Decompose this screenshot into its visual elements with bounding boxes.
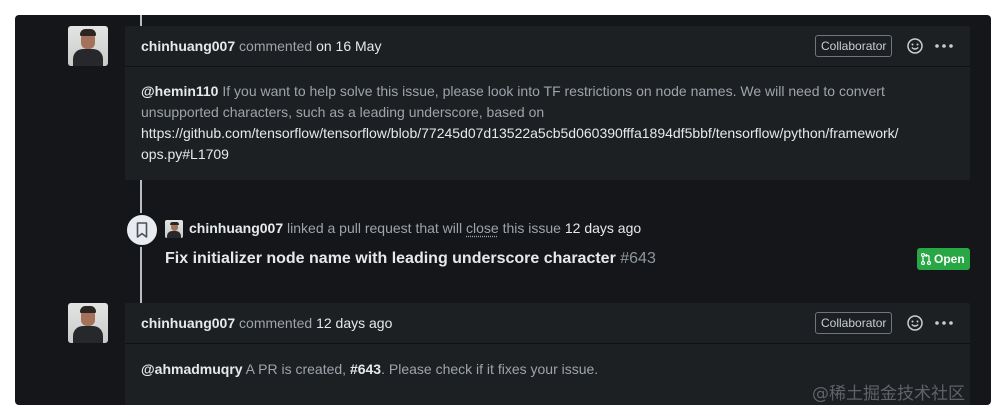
user-mention[interactable]: @ahmadmuqry: [141, 361, 243, 377]
event-text-after: this issue: [502, 220, 561, 236]
comment-body: @hemin110 If you want to help solve this…: [141, 81, 961, 165]
user-mention[interactable]: @hemin110: [141, 83, 218, 99]
comment-text: . Please check if it fixes your issue.: [381, 361, 599, 377]
pr-title[interactable]: Fix initializer node name with leading u…: [165, 250, 616, 267]
event-author[interactable]: chinhuang007: [189, 220, 283, 236]
comment-text: If you want to help solve this issue, pl…: [218, 83, 885, 99]
event-time[interactable]: 12 days ago: [565, 220, 641, 236]
git-pull-request-icon: [920, 252, 932, 266]
source-link-continued[interactable]: ops.py#L1709: [141, 144, 961, 165]
avatar[interactable]: [68, 26, 108, 66]
comment-author[interactable]: chinhuang007: [141, 38, 235, 54]
collaborator-badge: Collaborator: [815, 312, 893, 334]
collaborator-badge: Collaborator: [815, 35, 893, 57]
pr-number[interactable]: #643: [620, 250, 656, 267]
comment-author[interactable]: chinhuang007: [141, 315, 235, 331]
avatar[interactable]: [68, 303, 108, 343]
smiley-icon[interactable]: [906, 314, 924, 332]
kebab-horizontal-icon[interactable]: [933, 36, 955, 56]
comment-action: commented: [239, 315, 313, 331]
comment-header: chinhuang007 commented 12 days ago Colla…: [125, 303, 970, 344]
issue-timeline: chinhuang007 commented on 16 May Collabo…: [15, 15, 991, 405]
comment-text: unsupported characters, such as a leadin…: [141, 104, 545, 120]
bookmark-icon: [125, 213, 159, 247]
avatar-small[interactable]: [165, 220, 183, 238]
close-keyword: close: [466, 220, 499, 236]
smiley-icon[interactable]: [906, 37, 924, 55]
comment-card: chinhuang007 commented on 16 May Collabo…: [125, 26, 970, 180]
comment-date[interactable]: on 16 May: [316, 38, 381, 54]
comment-action: commented: [239, 38, 313, 54]
comment-header: chinhuang007 commented on 16 May Collabo…: [125, 26, 970, 67]
comment-body: @ahmadmuqry A PR is created, #643. Pleas…: [141, 359, 598, 380]
source-link[interactable]: https://github.com/tensorflow/tensorflow…: [141, 123, 961, 144]
pr-reference[interactable]: #643: [350, 361, 381, 377]
kebab-horizontal-icon[interactable]: [933, 313, 955, 333]
comment-date[interactable]: 12 days ago: [316, 315, 392, 331]
comment-text: A PR is created,: [242, 361, 350, 377]
event-text: linked a pull request that will: [287, 220, 463, 236]
pr-title-link[interactable]: Fix initializer node name with leading u…: [165, 250, 656, 268]
watermark: @稀土掘金技术社区: [812, 384, 965, 404]
status-label: Open: [934, 252, 965, 266]
status-badge: Open: [917, 248, 970, 270]
